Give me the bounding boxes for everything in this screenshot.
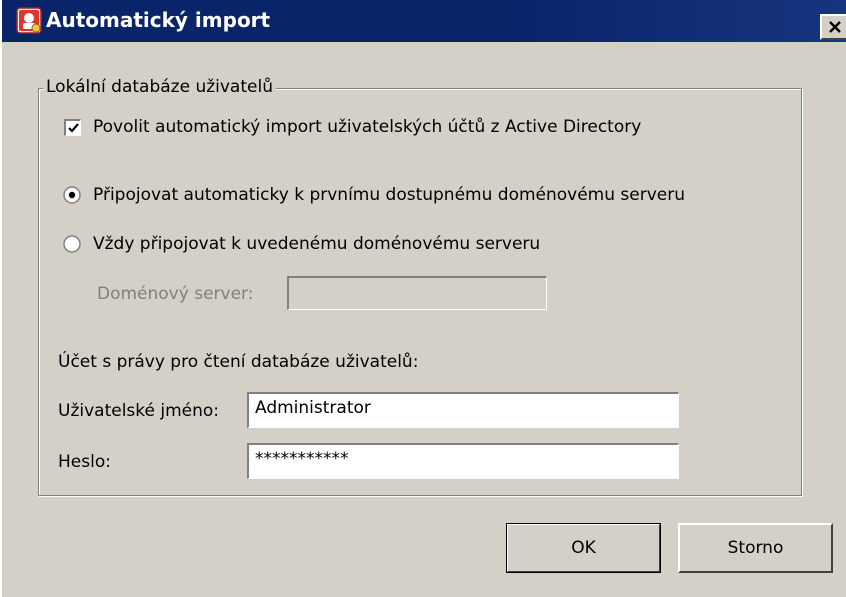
enable-import-checkbox-row[interactable]: Povolit automatický import uživatelských…	[64, 117, 641, 137]
radio-specific[interactable]	[63, 235, 81, 253]
radio-specific-row[interactable]: Vždy připojovat k uvedenému doménovému s…	[63, 234, 540, 254]
password-input[interactable]: ***********	[247, 443, 679, 479]
title-bar[interactable]: Automatický import	[2, 0, 846, 42]
domain-server-input[interactable]	[287, 276, 547, 310]
app-icon	[16, 7, 42, 34]
radio-auto-label: Připojovat automaticky k prvnímu dostupn…	[93, 185, 686, 205]
cancel-button[interactable]: Storno	[678, 523, 833, 573]
window-title: Automatický import	[46, 8, 271, 32]
close-button[interactable]	[820, 14, 846, 40]
radio-specific-label: Vždy připojovat k uvedenému doménovému s…	[93, 234, 541, 254]
enable-import-checkbox[interactable]	[64, 118, 81, 136]
username-input[interactable]: Administrator	[247, 392, 679, 428]
account-heading: Účet s právy pro čtení databáze uživatel…	[58, 352, 419, 372]
domain-server-label: Doménový server:	[97, 284, 254, 304]
enable-import-label: Povolit automatický import uživatelských…	[93, 117, 642, 137]
ok-button[interactable]: OK	[506, 523, 661, 573]
radio-auto-row[interactable]: Připojovat automaticky k prvnímu dostupn…	[63, 185, 685, 205]
close-icon	[829, 21, 841, 33]
checkmark-icon	[68, 122, 79, 133]
dialog-window: Automatický import Lokální databáze uživ…	[0, 0, 846, 597]
username-label: Uživatelské jméno:	[58, 401, 220, 421]
password-label: Heslo:	[58, 452, 111, 472]
group-legend: Lokální databáze uživatelů	[43, 77, 276, 97]
radio-auto[interactable]	[63, 186, 81, 204]
